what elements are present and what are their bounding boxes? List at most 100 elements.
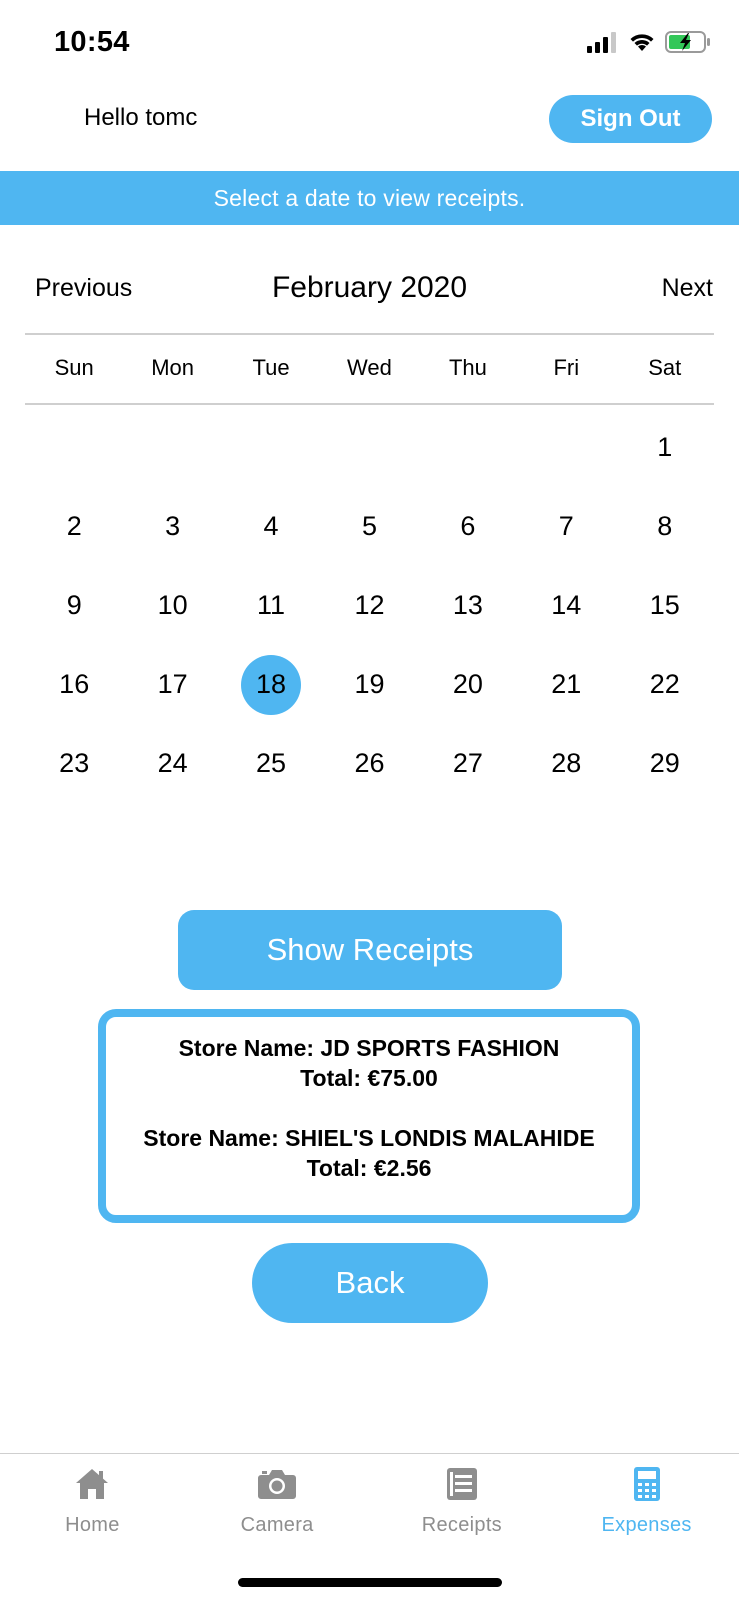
- calendar-day-cell[interactable]: 17: [123, 645, 221, 724]
- weekday-label: Thu: [448, 355, 487, 380]
- tab-label: Camera: [240, 1514, 314, 1536]
- calendar-day-cell[interactable]: 16: [25, 645, 123, 724]
- calendar-day-cell[interactable]: 29: [616, 724, 714, 803]
- calendar-day[interactable]: 28: [536, 734, 596, 794]
- calendar-day[interactable]: 21: [536, 655, 596, 715]
- next-month-button[interactable]: Next: [662, 274, 713, 303]
- receipt-store-name: Store Name: JD SPORTS FASHION: [178, 1035, 560, 1061]
- receipt-total: Total: €2.56: [306, 1155, 432, 1181]
- calendar-week-row: 16 17 18 19 20 21 22: [25, 645, 714, 724]
- calendar-day[interactable]: 10: [143, 576, 203, 636]
- calendar-day[interactable]: 5: [339, 497, 399, 557]
- calendar-week-row: 2345678: [25, 487, 714, 566]
- signal-icon: [587, 31, 619, 58]
- calendar-day[interactable]: 9: [44, 576, 104, 636]
- calendar-day[interactable]: 24: [143, 734, 203, 794]
- tab-label: Home: [65, 1514, 120, 1536]
- calendar-day[interactable]: 20: [438, 655, 498, 715]
- calendar-day-cell[interactable]: 15: [616, 566, 714, 645]
- calendar-day[interactable]: 16: [44, 655, 104, 715]
- weekday-label: Wed: [347, 355, 392, 380]
- camera-icon: [257, 1464, 297, 1504]
- calendar-divider-bottom: [25, 403, 714, 405]
- calendar-day[interactable]: 11: [241, 576, 301, 636]
- calendar-day-cell[interactable]: 24: [123, 724, 221, 803]
- weekday-label: Mon: [151, 355, 195, 380]
- calendar-day-cell[interactable]: 23: [25, 724, 123, 803]
- tab-label: Receipts: [421, 1514, 502, 1536]
- calendar-day-cell[interactable]: 5: [320, 487, 418, 566]
- calendar-week-row: 1: [25, 408, 714, 487]
- show-receipts-button[interactable]: Show Receipts: [178, 910, 562, 990]
- calendar-day-cell[interactable]: 19: [320, 645, 418, 724]
- calendar-day-cell[interactable]: 13: [419, 566, 517, 645]
- back-button[interactable]: Back: [252, 1243, 488, 1323]
- tab-home[interactable]: Home: [0, 1454, 185, 1600]
- calendar-day-cell[interactable]: 14: [517, 566, 615, 645]
- receipts-list: Store Name: JD SPORTS FASHION Total: €75…: [98, 1009, 640, 1223]
- calendar-day[interactable]: 13: [438, 576, 498, 636]
- calculator-icon: [627, 1464, 667, 1504]
- home-indicator: [238, 1578, 502, 1587]
- calendar-day[interactable]: 15: [635, 576, 695, 636]
- calendar-day-cell[interactable]: 8: [616, 487, 714, 566]
- calendar-day[interactable]: 29: [635, 734, 695, 794]
- calendar-day[interactable]: 2: [44, 497, 104, 557]
- calendar-day-cell[interactable]: 18: [222, 645, 320, 724]
- calendar-day[interactable]: 26: [339, 734, 399, 794]
- calendar-day[interactable]: 3: [143, 497, 203, 557]
- calendar-day-cell[interactable]: 7: [517, 487, 615, 566]
- selected-day[interactable]: 18: [241, 654, 302, 715]
- receipts-icon: [442, 1464, 482, 1504]
- calendar-day[interactable]: 6: [438, 497, 498, 557]
- calendar-day[interactable]: 14: [536, 576, 596, 636]
- receipt-entry: Store Name: SHIEL'S LONDIS MALAHIDE Tota…: [106, 1123, 632, 1183]
- calendar-day-cell: [25, 408, 123, 487]
- calendar-day-cell[interactable]: 2: [25, 487, 123, 566]
- tab-expenses[interactable]: Expenses: [554, 1454, 739, 1600]
- calendar-day-cell[interactable]: 20: [419, 645, 517, 724]
- calendar-grid: 1 2 3 4 5 6 7 8 9 10 11 12 13 14 15 16 17 18 19 20 21 22 23 24 2…: [25, 408, 714, 803]
- weekday-label: Sat: [648, 355, 682, 380]
- calendar-day-cell[interactable]: 10: [123, 566, 221, 645]
- calendar-day-cell[interactable]: 11: [222, 566, 320, 645]
- calendar-day[interactable]: 12: [339, 576, 399, 636]
- status-time: 10:54: [54, 26, 130, 58]
- status-icons: [587, 30, 711, 58]
- instruction-banner: Select a date to view receipts.: [0, 171, 739, 225]
- calendar-day-cell[interactable]: 28: [517, 724, 615, 803]
- calendar-day[interactable]: 7: [536, 497, 596, 557]
- tab-label: Expenses: [601, 1514, 692, 1536]
- calendar-week-row: 23 24 25 26 27 28 29: [25, 724, 714, 803]
- calendar-day[interactable]: 4: [241, 497, 301, 557]
- calendar-day-cell[interactable]: 27: [419, 724, 517, 803]
- greeting-text: Hello tomc: [84, 104, 198, 131]
- calendar-day-cell[interactable]: 3: [123, 487, 221, 566]
- weekday-header: Sun Mon Tue Wed Thu Fri Sat: [25, 355, 714, 381]
- receipt-total: Total: €75.00: [300, 1065, 438, 1091]
- calendar-day[interactable]: 8: [635, 497, 695, 557]
- calendar-day[interactable]: 23: [44, 734, 104, 794]
- weekday-label: Tue: [252, 355, 290, 380]
- calendar-day-cell: [123, 408, 221, 487]
- calendar-day-cell: [222, 408, 320, 487]
- calendar-day[interactable]: 17: [143, 655, 203, 715]
- calendar-day-cell: [419, 408, 517, 487]
- calendar-day[interactable]: 1: [635, 418, 695, 478]
- calendar-day-cell[interactable]: 22: [616, 645, 714, 724]
- calendar-day-cell[interactable]: 6: [419, 487, 517, 566]
- receipt-store-name: Store Name: SHIEL'S LONDIS MALAHIDE: [143, 1125, 595, 1151]
- sign-out-button[interactable]: Sign Out: [549, 95, 712, 143]
- calendar-day[interactable]: 27: [438, 734, 498, 794]
- calendar-day-cell[interactable]: 1: [616, 408, 714, 487]
- status-bar: 10:54: [0, 0, 739, 84]
- calendar-day[interactable]: 22: [635, 655, 695, 715]
- calendar-day-cell[interactable]: 26: [320, 724, 418, 803]
- calendar-day-cell[interactable]: 9: [25, 566, 123, 645]
- calendar-day[interactable]: 25: [241, 734, 301, 794]
- calendar-day-cell[interactable]: 4: [222, 487, 320, 566]
- calendar-day-cell[interactable]: 12: [320, 566, 418, 645]
- calendar-day-cell[interactable]: 21: [517, 645, 615, 724]
- calendar-day-cell[interactable]: 25: [222, 724, 320, 803]
- calendar-day[interactable]: 19: [339, 655, 399, 715]
